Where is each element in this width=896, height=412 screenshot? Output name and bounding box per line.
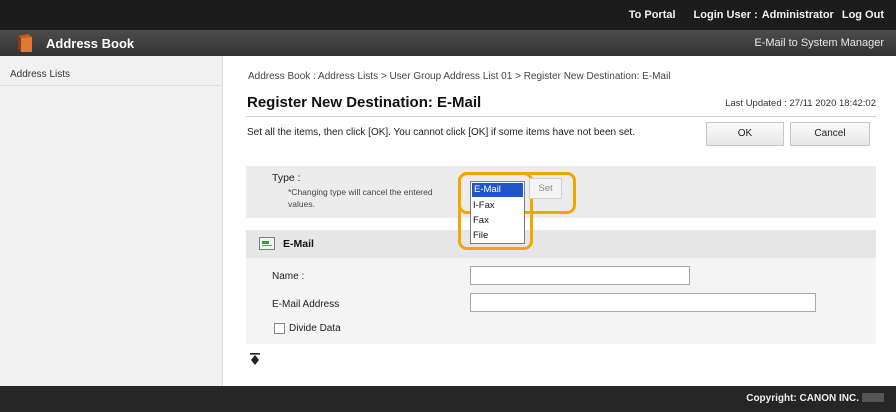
last-updated: Last Updated : 27/11 2020 18:42:02 [725,98,876,109]
email-form: Name : E-Mail Address Divide Data [246,258,876,344]
sidebar-item-address-lists[interactable]: Address Lists [0,64,223,86]
copyright-text: Copyright: CANON INC. [746,393,859,404]
divide-data-checkbox[interactable] [274,323,285,334]
to-portal-link[interactable]: To Portal [629,9,676,21]
title-divider [246,116,876,117]
type-option-fax[interactable]: Fax [471,213,524,228]
type-label: Type : [272,172,301,184]
address-book-icon [18,34,32,52]
sidebar: Address Lists [0,56,223,386]
redacted-block [862,393,884,402]
type-option-email[interactable]: E-Mail [472,183,523,197]
type-option-file[interactable]: File [471,228,524,243]
email-icon [259,237,275,250]
divide-data-label: Divide Data [289,323,341,334]
email-address-input[interactable] [470,293,816,312]
email-section-title: E-Mail [283,238,314,250]
email-address-label: E-Mail Address [272,299,340,310]
login-user-label: Login User : [693,9,758,21]
name-label: Name : [272,271,305,282]
title-bar: Address Book E-Mail to System Manager [0,30,896,56]
copyright: Copyright: CANON INC. [746,393,884,404]
instruction-text: Set all the items, then click [OK]. You … [247,127,635,138]
type-option-ifax[interactable]: I-Fax [471,198,524,213]
top-links: To Portal Login User : Administrator Log Ou… [611,9,884,21]
app-title: Address Book [46,36,135,51]
ok-button[interactable]: OK [706,122,784,146]
top-bar: To Portal Login User : Administrator Log Ou… [0,0,896,30]
scroll-to-top-icon[interactable] [250,353,260,365]
log-out-link[interactable]: Log Out [842,9,884,21]
page-title: Register New Destination: E-Mail [247,94,482,111]
breadcrumb[interactable]: Address Book : Address Lists > User Grou… [248,71,670,82]
type-listbox[interactable]: E-Mail I-Fax Fax File [470,181,525,244]
email-system-manager-link[interactable]: E-Mail to System Manager [754,37,884,49]
type-note: *Changing type will cancel the entered v… [288,187,433,209]
cancel-button[interactable]: Cancel [790,122,870,146]
footer: Copyright: CANON INC. [0,386,896,412]
set-button[interactable]: Set [529,178,562,199]
name-input[interactable] [470,266,690,285]
login-user-value: Administrator [761,9,834,21]
